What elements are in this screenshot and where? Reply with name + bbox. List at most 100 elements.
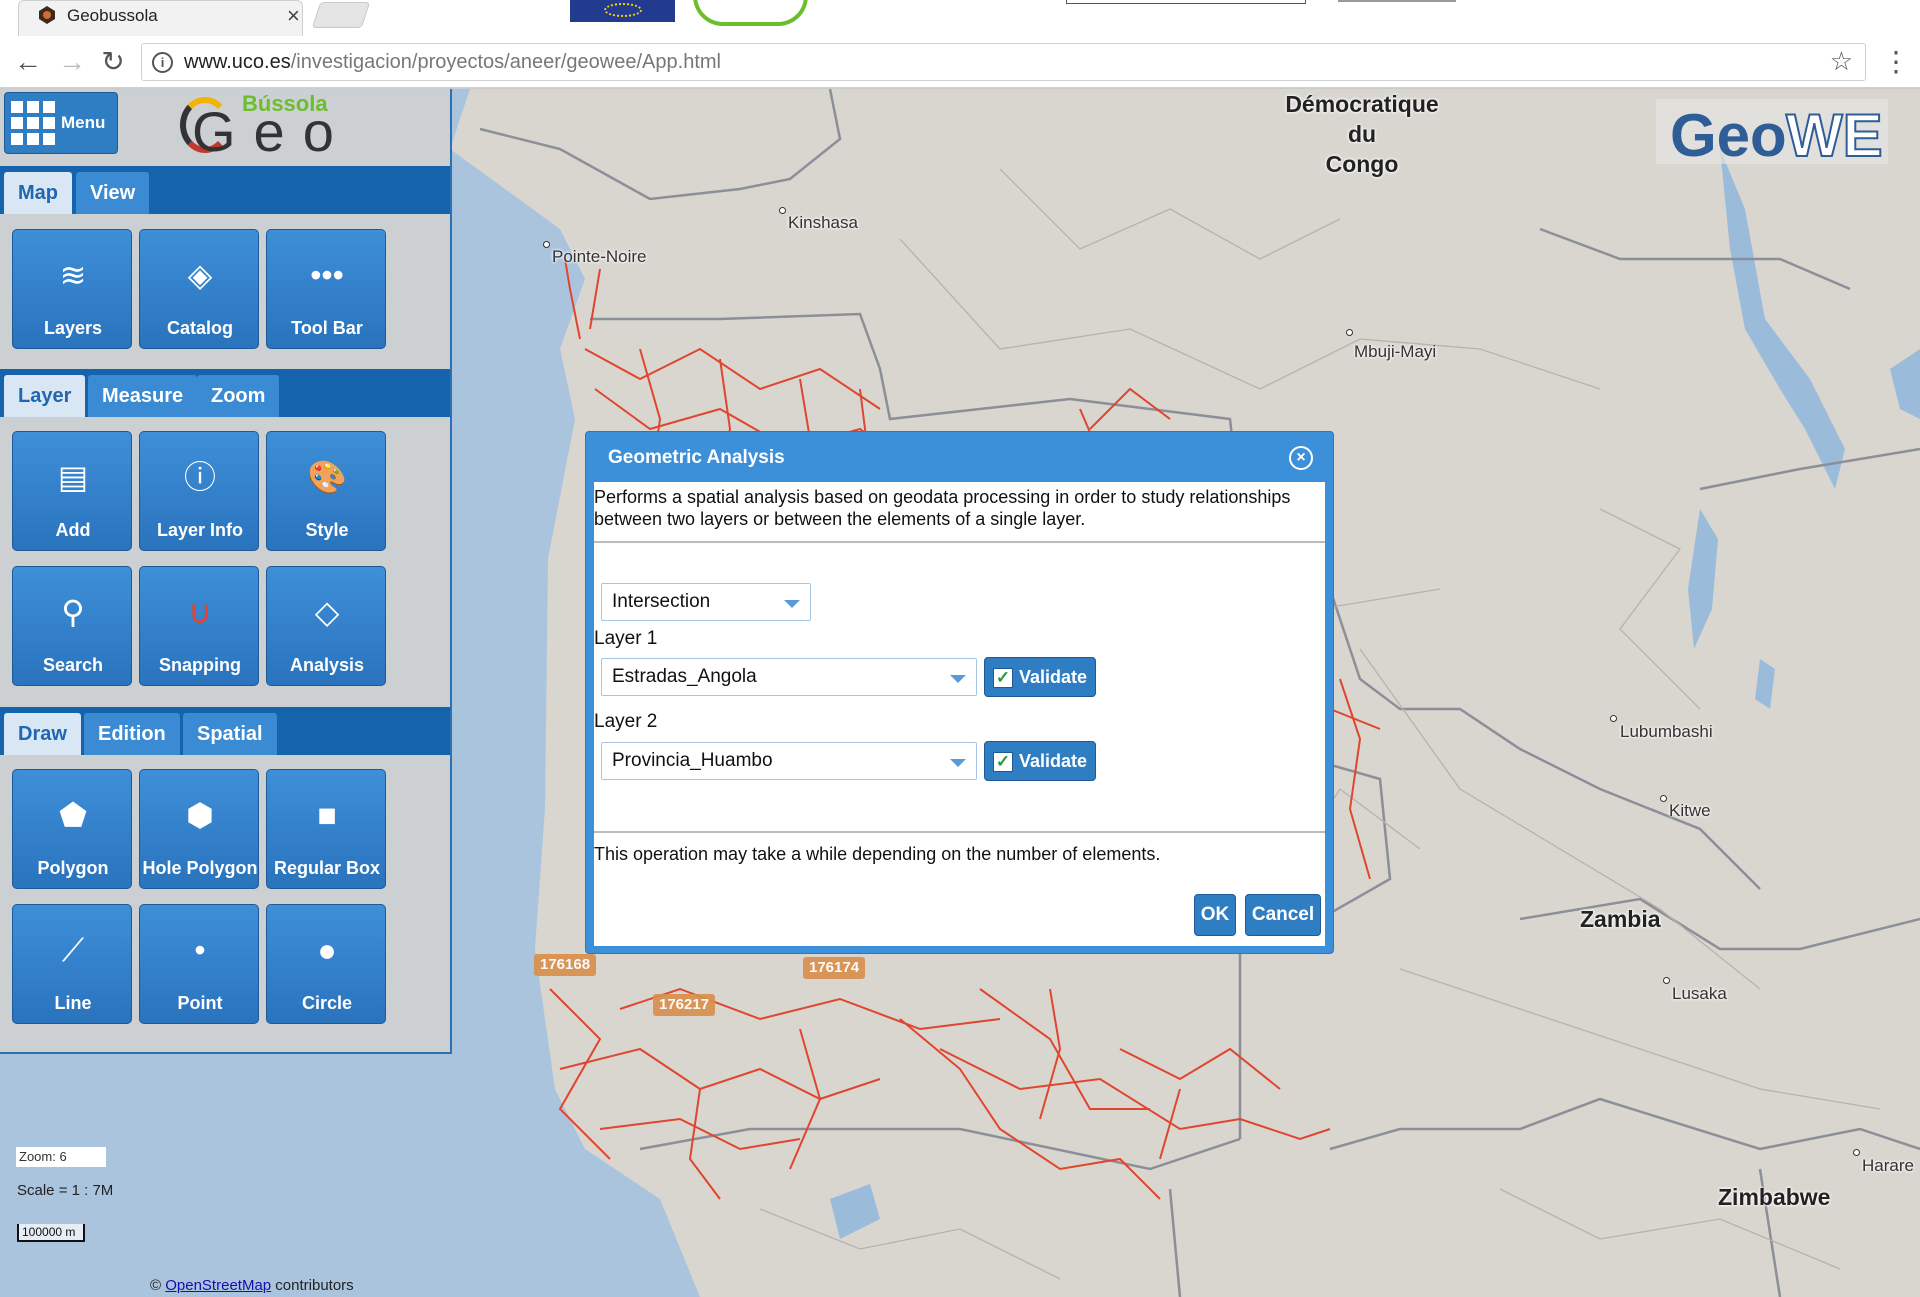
validate-layer1-button[interactable]: ✓ Validate xyxy=(984,657,1096,697)
back-icon[interactable]: ← xyxy=(12,46,44,78)
browser-menu-icon[interactable]: ⋮ xyxy=(1882,46,1910,78)
country-label-zambia: Zambia xyxy=(1580,906,1661,932)
layer-tabstrip: Layer Measure Zoom xyxy=(0,369,450,417)
layers-icon: ≋ xyxy=(59,257,87,293)
tool-hole-polygon[interactable]: ⬢ Hole Polygon xyxy=(139,769,259,889)
tool-layers[interactable]: ≋ Layers xyxy=(12,229,132,349)
bookmark-star-icon[interactable]: ☆ xyxy=(1830,46,1853,77)
checkbox-checked-icon: ✓ xyxy=(993,668,1013,688)
new-tab-button[interactable] xyxy=(311,2,371,28)
city-dot xyxy=(1663,977,1670,984)
draw-tabstrip: Draw Edition Spatial xyxy=(0,707,450,755)
grid-menu-icon xyxy=(11,101,59,149)
city-dot xyxy=(1853,1149,1860,1156)
tool-layers-label: Layers xyxy=(43,318,103,338)
menu-button[interactable]: Menu xyxy=(4,92,118,154)
address-bar[interactable]: i www.uco.es/investigacion/proyectos/ane… xyxy=(141,43,1866,81)
tool-regular-box[interactable]: ■ Regular Box xyxy=(266,769,386,889)
tool-snapping[interactable]: ∪ Snapping xyxy=(139,566,259,686)
chevron-down-icon xyxy=(784,600,800,608)
tab-layer[interactable]: Layer xyxy=(4,375,86,417)
operation-select-value: Intersection xyxy=(612,591,711,612)
tool-add[interactable]: ▤ Add xyxy=(12,431,132,551)
tool-point[interactable]: • Point xyxy=(139,904,259,1024)
place-harare: Harare xyxy=(1862,1156,1914,1175)
menu-button-label: Menu xyxy=(61,113,106,132)
tool-add-label: Add xyxy=(55,520,91,540)
tool-line-label: Line xyxy=(54,993,92,1013)
tool-style-label: Style xyxy=(305,520,349,540)
layer2-label: Layer 2 xyxy=(594,711,658,732)
geobussola-favicon-icon xyxy=(39,6,55,24)
city-dot xyxy=(1610,715,1617,722)
tool-point-label: Point xyxy=(177,993,223,1013)
dialog-note: This operation may take a while dependin… xyxy=(594,844,1161,864)
layer2-select[interactable]: Provincia_Huambo xyxy=(601,742,977,780)
tab-close-icon[interactable]: × xyxy=(287,3,300,29)
tool-line[interactable]: ⟋ Line xyxy=(12,904,132,1024)
ok-button[interactable]: OK xyxy=(1194,894,1236,936)
validate-layer2-button[interactable]: ✓ Validate xyxy=(984,741,1096,781)
header-divider xyxy=(1338,0,1456,2)
url-text: www.uco.es/investigacion/proyectos/aneer… xyxy=(184,51,721,74)
tools-panel: Menu Bússola Geo Map View ≋ Layers ◈ Cat… xyxy=(0,89,452,1054)
browser-toolbar: ← → ↻ i www.uco.es/investigacion/proyect… xyxy=(0,36,1920,88)
tool-catalog-label: Catalog xyxy=(166,318,233,338)
polygon-icon: ⬟ xyxy=(59,797,87,833)
tab-view[interactable]: View xyxy=(76,172,150,214)
tab-draw[interactable]: Draw xyxy=(4,713,81,755)
scale-bar: 100000 m xyxy=(17,1224,85,1242)
country-label-drc: Démocratique du Congo xyxy=(1285,91,1439,177)
tool-circle[interactable]: ● Circle xyxy=(266,904,386,1024)
catalog-icon: ◈ xyxy=(187,257,213,293)
browser-tab-title: Geobussola xyxy=(67,6,158,25)
bussola-logo-main: Geo xyxy=(192,100,352,163)
eu-stars-icon xyxy=(604,3,642,17)
tool-search[interactable]: ⚲ Search xyxy=(12,566,132,686)
reload-icon[interactable]: ↻ xyxy=(97,46,129,78)
map-attribution: © OpenStreetMap contributors xyxy=(150,1277,354,1294)
feature-label: 176217 xyxy=(653,994,716,1016)
place-lusaka: Lusaka xyxy=(1672,984,1727,1003)
tab-measure[interactable]: Measure xyxy=(88,375,198,417)
city-dot xyxy=(1346,329,1353,336)
add-layer-icon: ▤ xyxy=(57,459,89,495)
tab-edition[interactable]: Edition xyxy=(84,713,180,755)
openstreetmap-link[interactable]: OpenStreetMap xyxy=(165,1277,271,1294)
browser-tab-strip: Geobussola × xyxy=(0,0,1920,36)
operation-select[interactable]: Intersection xyxy=(601,583,811,621)
tool-polygon[interactable]: ⬟ Polygon xyxy=(12,769,132,889)
tab-spatial[interactable]: Spatial xyxy=(183,713,277,755)
forward-icon[interactable]: → xyxy=(56,46,88,78)
tool-catalog[interactable]: ◈ Catalog xyxy=(139,229,259,349)
chevron-down-icon xyxy=(950,759,966,767)
validate-layer1-label: Validate xyxy=(1019,667,1088,687)
tool-circle-label: Circle xyxy=(301,993,353,1013)
tool-layer-info[interactable]: ⓘ Layer Info xyxy=(139,431,259,551)
tool-toolbar[interactable]: ••• Tool Bar xyxy=(266,229,386,349)
validate-layer2-label: Validate xyxy=(1019,751,1088,771)
place-mbuji-mayi: Mbuji-Mayi xyxy=(1354,342,1437,361)
cancel-button[interactable]: Cancel xyxy=(1245,894,1321,936)
palette-icon: 🎨 xyxy=(307,459,347,495)
divider xyxy=(594,541,1325,543)
site-info-icon[interactable]: i xyxy=(152,52,173,73)
tool-snapping-label: Snapping xyxy=(159,655,241,675)
tool-style[interactable]: 🎨 Style xyxy=(266,431,386,551)
country-label-zimbabwe: Zimbabwe xyxy=(1718,1184,1831,1210)
browser-tab[interactable]: Geobussola × xyxy=(18,0,303,36)
circle-icon: ● xyxy=(317,932,337,968)
header-field xyxy=(1066,0,1306,4)
tool-search-label: Search xyxy=(42,655,104,675)
tool-analysis[interactable]: ◇ Analysis xyxy=(266,566,386,686)
binoculars-icon: ⚲ xyxy=(61,594,85,630)
url-host: www.uco.es xyxy=(184,51,291,73)
tool-regular-box-label: Regular Box xyxy=(273,858,381,878)
tool-layer-info-label: Layer Info xyxy=(156,520,244,540)
info-icon: ⓘ xyxy=(183,459,216,495)
close-icon[interactable]: × xyxy=(1289,446,1313,470)
layer1-select[interactable]: Estradas_Angola xyxy=(601,658,977,696)
dialog-title: Geometric Analysis xyxy=(608,447,785,468)
tab-zoom[interactable]: Zoom xyxy=(197,375,280,417)
tab-map[interactable]: Map xyxy=(4,172,72,214)
